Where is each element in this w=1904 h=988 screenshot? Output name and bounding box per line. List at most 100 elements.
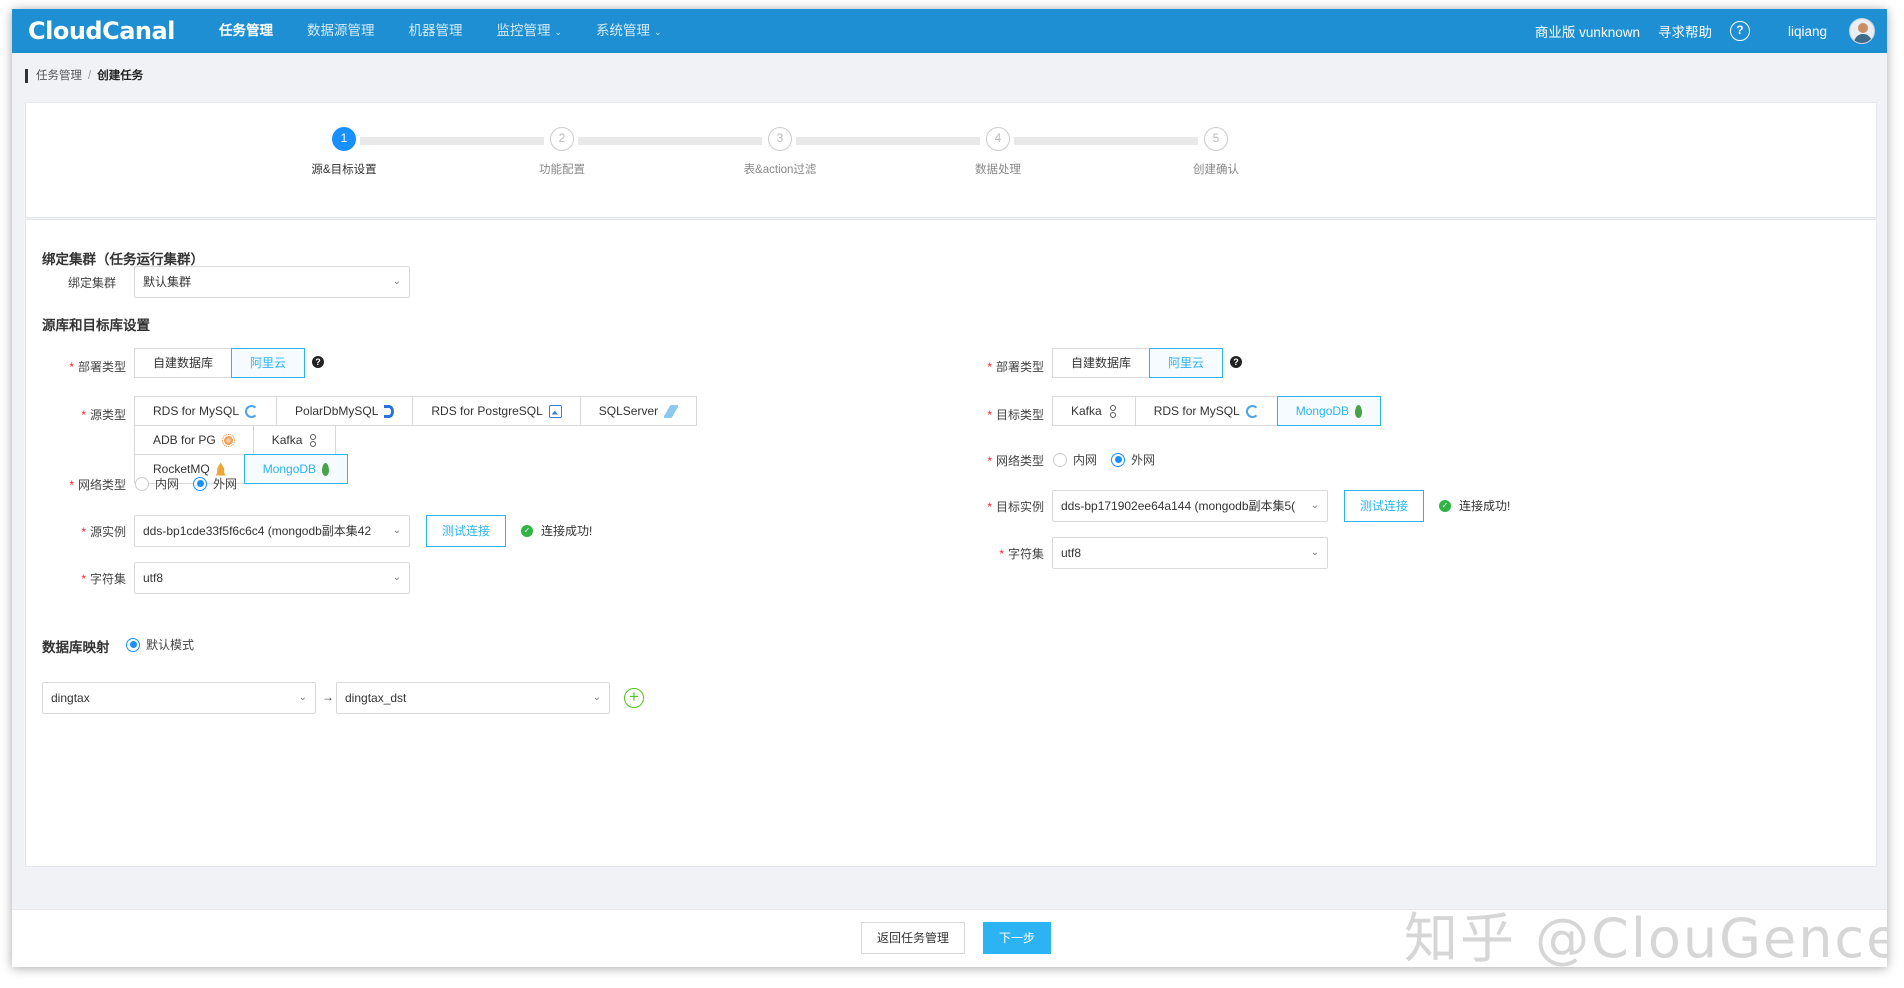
step-connector bbox=[360, 137, 544, 145]
mapping-mode-default[interactable]: 默认模式 bbox=[126, 636, 194, 653]
nav-system-management[interactable]: 系统管理⌄ bbox=[579, 9, 679, 53]
question-icon[interactable]: ? bbox=[1730, 21, 1750, 41]
app-logo[interactable]: CloudCanal bbox=[28, 17, 175, 45]
chevron-down-icon: ⌄ bbox=[555, 27, 563, 37]
nav-task-management[interactable]: 任务管理 bbox=[202, 9, 290, 53]
rocketmq-icon bbox=[216, 463, 226, 476]
step-4[interactable]: 4 数据处理 bbox=[948, 127, 1048, 177]
help-icon[interactable]: ? bbox=[1230, 356, 1242, 368]
chevron-down-icon: ⌄ bbox=[593, 683, 601, 713]
add-mapping-icon[interactable]: + bbox=[624, 688, 644, 708]
check-circle-icon: ✓ bbox=[521, 525, 533, 537]
chevron-down-icon: ⌄ bbox=[393, 267, 401, 297]
source-instance-select[interactable]: dds-bp1cde33f5f6c6c4 (mongodb副本集42⌄ bbox=[134, 515, 410, 547]
cluster-select[interactable]: 默认集群⌄ bbox=[134, 266, 410, 298]
step-1[interactable]: 1 源&目标设置 bbox=[294, 127, 394, 177]
radio-button[interactable] bbox=[126, 638, 140, 652]
chevron-down-icon: ⌄ bbox=[1311, 538, 1319, 568]
source-type-group: RDS for MySQL PolarDbMySQL RDS for Postg… bbox=[135, 397, 795, 484]
username[interactable]: liqiang bbox=[1788, 24, 1827, 39]
source-network-label: *网络类型 bbox=[46, 476, 126, 493]
back-to-tasks-button[interactable]: 返回任务管理 bbox=[861, 922, 965, 954]
radio-button[interactable] bbox=[1111, 453, 1125, 467]
breadcrumb-separator: / bbox=[88, 69, 91, 83]
step-2[interactable]: 2 功能配置 bbox=[512, 127, 612, 177]
source-type-adb-pg[interactable]: ADB for PG bbox=[134, 425, 254, 455]
rds-mysql-icon bbox=[245, 405, 258, 418]
radio-button[interactable] bbox=[1053, 453, 1067, 467]
target-test-connection-button[interactable]: 测试连接 bbox=[1344, 490, 1424, 522]
kafka-icon bbox=[1108, 405, 1117, 418]
step-connector bbox=[578, 137, 762, 145]
edition-label: 商业版 vunknown bbox=[1535, 21, 1640, 41]
arrow-right-icon: → bbox=[322, 690, 334, 704]
target-instance-label: *目标实例 bbox=[964, 498, 1044, 515]
cluster-section-title: 绑定集群（任务运行集群） bbox=[42, 248, 204, 268]
target-deploy-label: *部署类型 bbox=[964, 358, 1044, 375]
steps-panel: 1 源&目标设置 2 功能配置 3 表&action过滤 4 数据处理 5 创建… bbox=[25, 102, 1877, 218]
target-network-external[interactable]: 外网 bbox=[1111, 451, 1155, 468]
source-deploy-aliyun[interactable]: 阿里云 bbox=[231, 348, 305, 378]
top-navbar: CloudCanal 任务管理 数据源管理 机器管理 监控管理⌄ 系统管理⌄ 商… bbox=[12, 9, 1887, 53]
step-label: 创建确认 bbox=[1166, 161, 1266, 177]
source-type-mongodb[interactable]: MongoDB bbox=[244, 454, 348, 484]
source-deploy-self-hosted[interactable]: 自建数据库 bbox=[134, 348, 232, 378]
nav-datasource-management[interactable]: 数据源管理 bbox=[290, 9, 392, 53]
chevron-down-icon: ⌄ bbox=[1311, 491, 1319, 521]
step-3[interactable]: 3 表&action过滤 bbox=[730, 127, 830, 177]
source-deploy-label: *部署类型 bbox=[46, 358, 126, 375]
check-circle-icon: ✓ bbox=[1439, 500, 1451, 512]
settings-form: 绑定集群（任务运行集群） 绑定集群 默认集群⌄ 源库和目标库设置 *部署类型 自… bbox=[25, 219, 1877, 867]
target-network-internal[interactable]: 内网 bbox=[1053, 451, 1097, 468]
rds-mysql-icon bbox=[1246, 405, 1259, 418]
target-deploy-type: 自建数据库 阿里云 bbox=[1053, 349, 1223, 378]
step-connector bbox=[796, 137, 980, 145]
target-network-label: *网络类型 bbox=[964, 452, 1044, 469]
target-deploy-aliyun[interactable]: 阿里云 bbox=[1149, 348, 1223, 378]
target-instance-select[interactable]: dds-bp171902ee64a144 (mongodb副本集5(⌄ bbox=[1052, 490, 1328, 522]
help-link[interactable]: 寻求帮助 bbox=[1658, 21, 1712, 41]
target-deploy-self-hosted[interactable]: 自建数据库 bbox=[1052, 348, 1150, 378]
step-5[interactable]: 5 创建确认 bbox=[1166, 127, 1266, 177]
radio-button[interactable] bbox=[193, 477, 207, 491]
avatar[interactable] bbox=[1849, 18, 1875, 44]
postgresql-icon bbox=[549, 405, 562, 418]
kafka-icon bbox=[308, 434, 317, 447]
help-icon[interactable]: ? bbox=[312, 356, 324, 368]
step-number: 3 bbox=[768, 127, 792, 151]
chevron-down-icon: ⌄ bbox=[393, 563, 401, 593]
target-type-rds-mysql[interactable]: RDS for MySQL bbox=[1135, 396, 1278, 426]
source-type-sqlserver[interactable]: SQLServer bbox=[580, 396, 697, 426]
breadcrumb-parent[interactable]: 任务管理 bbox=[36, 69, 82, 83]
target-type-mongodb[interactable]: MongoDB bbox=[1277, 396, 1381, 426]
source-charset-select[interactable]: utf8⌄ bbox=[134, 562, 410, 594]
target-type-kafka[interactable]: Kafka bbox=[1052, 396, 1136, 426]
step-number: 4 bbox=[986, 127, 1010, 151]
mapping-target-db-select[interactable]: dingtax_dst⌄ bbox=[336, 682, 610, 714]
radio-button[interactable] bbox=[135, 477, 149, 491]
source-network-internal[interactable]: 内网 bbox=[135, 475, 179, 492]
target-charset-label: *字符集 bbox=[964, 545, 1044, 562]
source-type-polardb[interactable]: PolarDbMySQL bbox=[276, 396, 413, 426]
db-mapping-title: 数据库映射 bbox=[42, 636, 110, 656]
nav-machine-management[interactable]: 机器管理 bbox=[392, 9, 480, 53]
mapping-source-db-select[interactable]: dingtax⌄ bbox=[42, 682, 316, 714]
mapping-mode-group: 默认模式 bbox=[126, 636, 200, 653]
source-type-rds-mysql[interactable]: RDS for MySQL bbox=[134, 396, 277, 426]
source-test-connection-button[interactable]: 测试连接 bbox=[426, 515, 506, 547]
source-instance-label: *源实例 bbox=[46, 523, 126, 540]
next-step-button[interactable]: 下一步 bbox=[983, 922, 1051, 954]
step-label: 功能配置 bbox=[512, 161, 612, 177]
step-number: 2 bbox=[550, 127, 574, 151]
target-network-group: 内网 外网 bbox=[1053, 451, 1161, 468]
target-charset-select[interactable]: utf8⌄ bbox=[1052, 537, 1328, 569]
source-type-kafka[interactable]: Kafka bbox=[253, 425, 337, 455]
source-network-external[interactable]: 外网 bbox=[193, 475, 237, 492]
target-connection-status: ✓连接成功! bbox=[1439, 497, 1510, 514]
step-number: 1 bbox=[332, 127, 356, 151]
sqlserver-icon bbox=[664, 405, 678, 418]
nav-monitor-management[interactable]: 监控管理⌄ bbox=[480, 9, 580, 53]
source-charset-label: *字符集 bbox=[46, 570, 126, 587]
source-type-postgresql[interactable]: RDS for PostgreSQL bbox=[412, 396, 580, 426]
main-nav: 任务管理 数据源管理 机器管理 监控管理⌄ 系统管理⌄ bbox=[202, 9, 679, 53]
